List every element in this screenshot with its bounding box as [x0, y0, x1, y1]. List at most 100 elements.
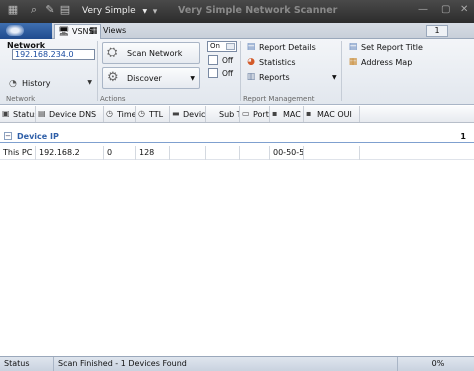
attach-icon[interactable]: ⌕: [27, 3, 41, 17]
off-checkbox-2[interactable]: [208, 68, 218, 78]
folder-icon[interactable]: ▤: [58, 3, 72, 17]
cell-device: [170, 146, 206, 160]
ports-icon: ▭: [242, 109, 250, 118]
history-label: History: [22, 79, 51, 88]
group-count: 1: [460, 132, 466, 141]
set-report-title-button[interactable]: ▤ Set Report Title: [348, 42, 438, 54]
reports-dropdown[interactable]: ▥ Reports ▼: [246, 72, 338, 84]
chevron-down-icon: ▼: [190, 75, 195, 82]
logo-icon: [6, 25, 24, 36]
toggle-on-label: On: [210, 42, 220, 50]
ribbon: Network ◔ History ▼ Network ⛭ Scan Netwo…: [0, 39, 474, 105]
scan-network-button[interactable]: ⛭ Scan Network: [102, 42, 200, 64]
off-label-2: Off: [222, 69, 234, 78]
close-icon[interactable]: ✕: [460, 4, 468, 15]
cell-dns: 192.168.2: [36, 146, 104, 160]
ribbon-tabs: 🖥 VSNS ▦ Views 1: [0, 23, 474, 39]
title-icon: ▤: [348, 42, 358, 52]
dropdown-icon[interactable]: ▾: [148, 5, 162, 19]
column-header-row: ▣ Status ▤ Device DNS ◷ Time ◷ TTL ▬ Dev…: [0, 106, 474, 123]
group-label-report: Report Management: [243, 95, 315, 103]
column-ttl[interactable]: ◷ TTL: [136, 106, 170, 122]
tab-views[interactable]: ▦ Views: [86, 24, 132, 39]
address-map-button[interactable]: ▦ Address Map: [348, 57, 438, 69]
scan-label: Scan Network: [127, 49, 183, 58]
address-map-label: Address Map: [361, 58, 413, 67]
report-details-label: Report Details: [259, 43, 316, 52]
history-button[interactable]: ◔ History ▼: [7, 78, 92, 90]
title-bar: ▦ ⌕ ✎ ▤ Very Simple ▼ ▾ Very Simple Netw…: [0, 0, 474, 23]
window-title: Very Simple Network Scanner: [178, 5, 338, 16]
cell-ports: [240, 146, 270, 160]
cell-status: This PC: [0, 146, 36, 160]
collapse-icon[interactable]: −: [4, 132, 12, 140]
minimize-icon[interactable]: —: [418, 4, 428, 15]
group-divider: [341, 41, 342, 101]
scan-icon: ⛭: [107, 45, 118, 60]
group-row[interactable]: − Device IP 1: [0, 130, 474, 143]
cell-mac: 00-50-56-: [270, 146, 304, 160]
pie-chart-icon: ◕: [247, 57, 255, 67]
tab-label: Views: [103, 26, 127, 35]
vsns-tab-icon: 🖥: [58, 27, 70, 37]
map-icon: ▦: [348, 57, 358, 67]
column-label: Sub T: [219, 110, 240, 119]
profile-dropdown[interactable]: Very Simple ▼: [82, 6, 147, 16]
dns-icon: ▤: [38, 109, 46, 118]
group-title: Device IP: [17, 132, 59, 141]
discover-label: Discover: [127, 74, 162, 83]
statistics-button[interactable]: ◕ Statistics: [246, 57, 338, 69]
set-report-title-label: Set Report Title: [361, 43, 423, 52]
cell-time: 0: [104, 146, 136, 160]
chevron-down-icon: ▼: [332, 74, 337, 81]
column-status[interactable]: ▣ Status: [0, 106, 36, 122]
cell-subt: [206, 146, 240, 160]
group-divider: [97, 41, 98, 101]
discover-icon: ⚙: [107, 70, 119, 85]
device-icon: ▬: [172, 109, 180, 118]
table-row[interactable]: This PC 192.168.2 0 128 00-50-56-: [0, 146, 474, 160]
report-details-button[interactable]: ▤ Report Details: [246, 42, 338, 54]
column-label: Status: [13, 110, 36, 119]
status-label: Status: [0, 357, 54, 371]
column-ports[interactable]: ▭ Ports: [240, 106, 270, 122]
ttl-icon: ◷: [138, 109, 145, 118]
chevron-down-icon: ▼: [87, 79, 92, 86]
clock-icon: ◷: [106, 109, 113, 118]
document-icon: ▤: [246, 42, 256, 52]
profile-label: Very Simple: [82, 6, 136, 16]
column-label: Time: [117, 110, 136, 119]
column-label: TTL: [149, 110, 164, 119]
off-checkbox-1[interactable]: [208, 55, 218, 65]
off-label-1: Off: [222, 56, 234, 65]
column-sub-type[interactable]: Sub T: [206, 106, 240, 122]
oui-icon: ▪: [306, 109, 312, 118]
restore-icon[interactable]: ▢: [441, 4, 450, 15]
count-badge: 1: [426, 25, 448, 37]
column-mac[interactable]: ▪ MAC: [270, 106, 304, 122]
status-bar: Status Scan Finished - 1 Devices Found 0…: [0, 356, 474, 371]
cell-ttl: 128: [136, 146, 170, 160]
column-label: Ports: [253, 110, 269, 119]
column-label: Device DNS: [49, 110, 97, 119]
column-label: MAC OUI: [317, 110, 352, 119]
pen-icon[interactable]: ✎: [43, 3, 57, 17]
column-mac-oui[interactable]: ▪ MAC OUI: [304, 106, 360, 122]
on-toggle[interactable]: On: [207, 41, 237, 52]
toggle-knob: [226, 43, 235, 50]
history-icon: ◔: [9, 79, 17, 89]
column-time[interactable]: ◷ Time: [104, 106, 136, 122]
app-logo[interactable]: [0, 23, 52, 39]
views-tab-icon: ▦: [89, 26, 98, 36]
reports-icon: ▥: [246, 72, 256, 82]
column-device-dns[interactable]: ▤ Device DNS: [36, 106, 104, 122]
cell-oui: [304, 146, 360, 160]
app-menu-icon[interactable]: ▦: [6, 3, 20, 17]
network-input[interactable]: [12, 49, 95, 60]
chevron-down-icon: ▼: [142, 8, 148, 15]
column-device[interactable]: ▬ Device: [170, 106, 206, 122]
status-icon: ▣: [2, 109, 10, 118]
column-label: MAC: [283, 110, 301, 119]
status-message: Scan Finished - 1 Devices Found: [54, 357, 398, 371]
discover-button[interactable]: ⚙ Discover ▼: [102, 67, 200, 89]
